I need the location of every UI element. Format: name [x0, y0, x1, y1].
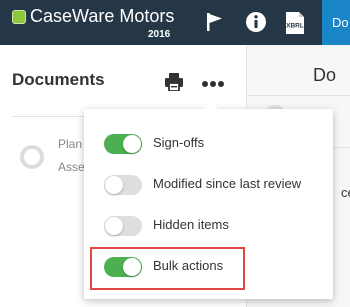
xbrl-icon-label: XBRL	[286, 23, 304, 30]
xbrl-icon[interactable]: XBRL	[283, 11, 307, 40]
dropdown-caret	[203, 102, 219, 110]
document-item-title[interactable]: Plan	[58, 137, 82, 151]
menu-item-label: Sign-offs	[153, 135, 205, 150]
document-status-icon	[20, 145, 44, 169]
sign-offs-toggle[interactable]	[104, 134, 142, 154]
info-icon[interactable]	[245, 11, 267, 38]
more-options-icon[interactable]	[201, 75, 225, 93]
content-title: Do	[313, 65, 337, 85]
menu-item-label: Modified since last review	[153, 176, 302, 191]
print-icon[interactable]	[164, 73, 184, 96]
bulk-actions-highlight	[90, 247, 245, 290]
content-text: ce	[341, 185, 350, 200]
toggle-knob	[105, 217, 123, 235]
menu-item-label: Hidden items	[153, 217, 229, 232]
toggle-knob	[105, 176, 123, 194]
menu-item-hidden-items[interactable]: Hidden items	[84, 206, 333, 246]
document-item-subtitle: Asse	[58, 160, 85, 174]
top-bar: CaseWare Motors 2016 XBRL Do	[0, 0, 350, 45]
header-right-button[interactable]: Do	[322, 0, 350, 45]
toggle-knob	[123, 135, 141, 153]
panel-title: Documents	[12, 70, 105, 89]
app-year: 2016	[148, 29, 171, 40]
menu-item-sign-offs[interactable]: Sign-offs	[84, 124, 333, 164]
hidden-items-toggle[interactable]	[104, 216, 142, 236]
menu-item-modified-since-last-review[interactable]: Modified since last review	[84, 165, 333, 205]
brand-logo-icon	[12, 10, 26, 24]
modified-since-last-review-toggle[interactable]	[104, 175, 142, 195]
content-divider	[247, 95, 350, 96]
flag-icon[interactable]	[205, 12, 225, 37]
app-name: CaseWare Motors	[30, 6, 175, 26]
